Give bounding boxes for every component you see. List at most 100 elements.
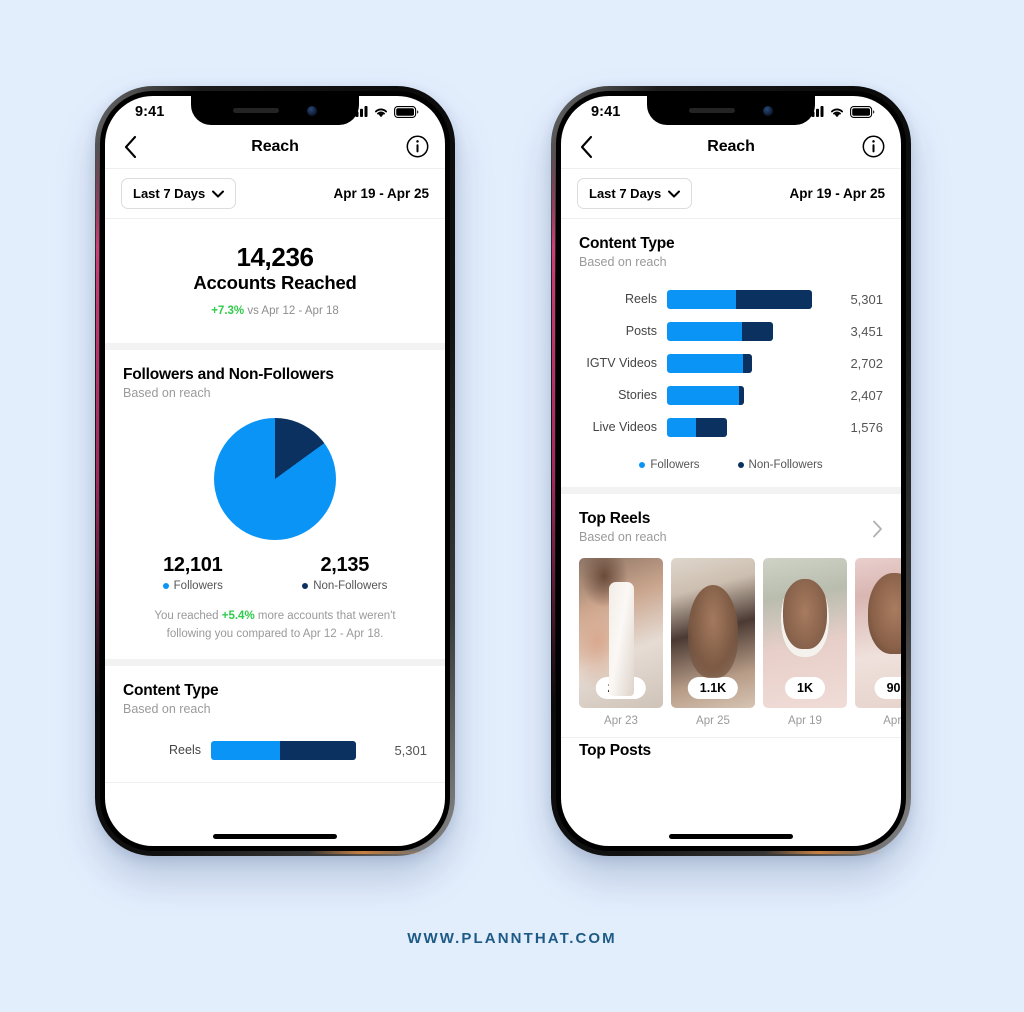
nonfollowers-legend-dot-icon [737,462,744,468]
reel-reach-value: 1.1K [687,677,739,699]
bar-track [211,740,356,760]
top-reels-card[interactable]: Top Reels Based on reach 2.3K Apr 23 1.1K A… [561,494,901,738]
reel-date: Apr 19 [788,715,822,727]
phone-screen-left: 9:41 Reach Last 7 Days Apr 19 - Apr 25 1… [105,96,445,846]
bar-segment-followers [667,417,696,437]
followers-label-row: Followers [162,580,223,592]
note-delta: +5.4% [221,610,255,623]
phone-right: 9:41 Reach Last 7 Days Apr 19 - Apr 25 C… [551,86,911,856]
content-type-title: Content Type [579,235,675,252]
battery-icon [850,105,875,118]
reel-thumbnail-image[interactable]: 900 [855,558,901,708]
accounts-reached-label: Accounts Reached [193,272,357,294]
back-button[interactable] [579,135,594,159]
nonfollowers-legend-dot-icon [302,583,309,590]
scroll-container-right[interactable]: 9:41 Reach Last 7 Days Apr 19 - Apr 25 C… [561,96,901,846]
bar-value: 1,576 [850,419,883,435]
scroll-container-left[interactable]: 9:41 Reach Last 7 Days Apr 19 - Apr 25 1… [105,96,445,846]
phone-bezel: 9:41 [556,91,906,851]
phone-screen-right: 9:41 Reach Last 7 Days Apr 19 - Apr 25 C… [561,96,901,846]
bar-value: 5,301 [394,742,427,758]
bar-label: Reels [169,743,201,758]
reel-date: Apr 2 [883,715,901,727]
page-title: Reach [251,137,299,155]
top-reel-item[interactable]: 1K Apr 19 [763,558,847,727]
bar-segment-nonfollowers [742,321,773,341]
reel-reach-value: 2.3K [595,677,647,699]
top-reels-header[interactable]: Top Reels Based on reach [579,510,883,544]
followers-insight-note: You reached +5.4% more accounts that wer… [123,608,427,643]
pie-chart-wrap [123,418,427,541]
status-time: 9:41 [135,103,165,120]
chevron-right-icon [873,520,882,538]
page-title: Reach [707,137,755,155]
bar-row: IGTV Videos 2,702 [579,347,883,379]
reel-date: Apr 23 [604,715,638,727]
content-type-title-left: Content Type [123,682,219,700]
note-prefix: You reached [154,610,222,623]
bar-segment-nonfollowers [736,289,812,309]
top-reel-item[interactable]: 1.1K Apr 25 [671,558,755,727]
content-type-legend: Followers Non-Followers [579,459,883,471]
status-icons [351,105,419,118]
bar-segment-nonfollowers [696,417,727,437]
reel-reach-value: 1K [785,677,825,699]
back-button[interactable] [123,135,138,159]
wifi-icon [831,108,843,117]
status-bar: 9:41 [561,96,901,125]
top-reel-item[interactable]: 2.3K Apr 23 [579,558,663,727]
bar-row: Reels 5,301 [123,734,427,766]
bar-segment-followers [667,321,742,341]
reel-thumbnail-image[interactable]: 1.1K [671,558,755,708]
date-range-selector[interactable]: Last 7 Days [121,178,237,209]
bar-track [667,353,752,373]
cellular-signal-icon [351,106,368,117]
top-reels-more-button[interactable] [872,520,883,543]
date-range-selector[interactable]: Last 7 Days [577,178,693,209]
nonfollowers-label: Non-Followers [313,580,388,593]
top-reels-thumbnails[interactable]: 2.3K Apr 23 1.1K Apr 25 1K Apr 19 900 Apr 2 [579,558,901,727]
content-type-subtitle-left: Based on reach [123,702,211,717]
bar-segment-nonfollowers [739,385,744,405]
reel-reach-value: 900 [874,677,901,699]
status-bar: 9:41 [105,96,445,125]
content-type-bars: Reels 5,301 Posts 3,451 IGTV Videos 2,702 Stor… [579,283,883,443]
legend-item-nonfollowers: Non-Followers [737,459,823,471]
date-bar: Last 7 Days Apr 19 - Apr 25 [561,169,901,219]
followers-card-title: Followers and Non-Followers [123,366,334,384]
status-time: 9:41 [591,103,621,120]
bar-track [667,385,744,405]
legend-label-nonfollowers: Non-Followers [748,459,823,471]
pie-stats: 12,101 Followers 2,135 Non-Followers [123,554,427,592]
content-type-bars-left: Reels 5,301 [123,734,427,766]
bar-label: Live Videos [592,420,657,434]
bar-segment-nonfollowers [743,353,752,373]
info-button[interactable] [862,135,885,158]
phone-left: 9:41 Reach Last 7 Days Apr 19 - Apr 25 1… [95,86,455,856]
battery-icon [394,105,419,118]
date-range-text: Apr 19 - Apr 25 [333,186,429,201]
footer-url: WWW.PLANNTHAT.COM [407,930,617,947]
bar-row: Stories 2,407 [579,379,883,411]
delta-value: +7.3% [211,305,245,318]
bar-value: 5,301 [850,291,883,307]
reel-thumbnail-image[interactable]: 2.3K [579,558,663,708]
bar-segment-followers [211,740,280,760]
info-circle-icon [406,135,429,158]
bar-value: 2,702 [850,355,883,371]
bar-value: 3,451 [850,323,883,339]
info-button[interactable] [406,135,429,158]
bar-label: Posts [625,324,657,338]
content-type-card-right: Content Type Based on reach Reels 5,301 Po… [561,219,901,494]
bar-label: Stories [618,388,657,402]
followers-legend-dot-icon [639,462,646,468]
bar-row: Live Videos 1,576 [579,411,883,443]
date-bar: Last 7 Days Apr 19 - Apr 25 [105,169,445,219]
top-reel-item[interactable]: 900 Apr 2 [855,558,901,727]
legend-item-followers: Followers [639,459,700,471]
bar-track [667,417,727,437]
pie-stat-nonfollowers: 2,135 Non-Followers [302,554,387,592]
content-type-subtitle: Based on reach [579,255,667,269]
info-circle-icon [862,135,885,158]
reel-thumbnail-image[interactable]: 1K [763,558,847,708]
